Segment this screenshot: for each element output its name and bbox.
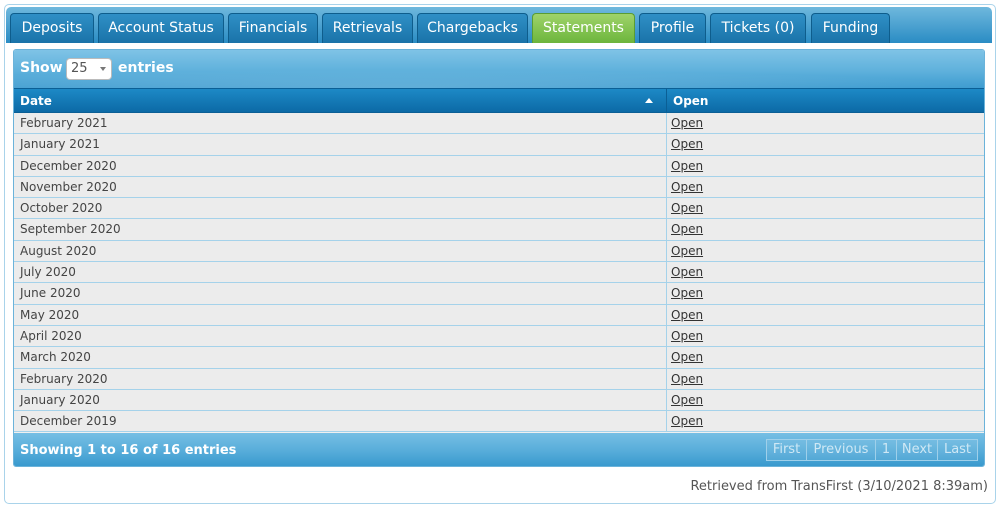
table-body: February 2021 Open January 2021 Open Decembe… — [14, 113, 984, 433]
tab-statements[interactable]: Statements — [532, 13, 635, 43]
tab-retrievals[interactable]: Retrievals — [322, 13, 413, 43]
open-statement-link[interactable]: Open — [671, 201, 703, 215]
column-divider — [666, 219, 667, 240]
open-statement-link[interactable]: Open — [671, 137, 703, 151]
table-row: January 2020 Open — [14, 389, 984, 412]
last-page-button[interactable]: Last — [937, 439, 978, 461]
open-statement-link[interactable]: Open — [671, 308, 703, 322]
column-divider — [666, 113, 667, 134]
tab-account-status[interactable]: Account Status — [98, 13, 224, 43]
statement-date: December 2020 — [20, 158, 117, 173]
sort-ascending-icon — [645, 98, 653, 103]
table-info: Showing 1 to 16 of 16 entries — [20, 443, 237, 458]
tab-deposits[interactable]: Deposits — [10, 13, 94, 43]
column-divider — [666, 134, 667, 155]
open-statement-link[interactable]: Open — [671, 116, 703, 130]
statement-date: July 2020 — [20, 265, 76, 280]
table-row: July 2020 Open — [14, 262, 984, 284]
entries-label: entries — [118, 60, 174, 76]
column-divider — [666, 262, 667, 283]
table-row: February 2021 Open — [14, 113, 984, 135]
open-statement-link[interactable]: Open — [671, 393, 703, 407]
table-row: December 2019 Open — [14, 411, 984, 433]
table-row: April 2020 Open — [14, 325, 984, 348]
column-divider — [666, 240, 667, 262]
tab-chargebacks[interactable]: Chargebacks — [417, 13, 528, 43]
statement-date: February 2021 — [20, 116, 108, 130]
table-row: January 2021 Open — [14, 134, 984, 156]
statement-date: January 2021 — [20, 137, 100, 152]
statement-date: April 2020 — [20, 328, 82, 343]
column-divider — [666, 389, 667, 411]
table-row: February 2020 Open — [14, 368, 984, 390]
tab-financials[interactable]: Financials — [228, 13, 318, 43]
open-statement-link[interactable]: Open — [671, 222, 703, 236]
table-row: September 2020 Open — [14, 219, 984, 241]
table-header: Date Open — [14, 88, 984, 113]
open-statement-link[interactable]: Open — [671, 329, 703, 343]
previous-page-button[interactable]: Previous — [806, 439, 876, 461]
entries-per-page-value: 25 — [71, 61, 88, 76]
entries-per-page-select[interactable]: 25 — [66, 58, 112, 80]
open-statement-link[interactable]: Open — [671, 159, 703, 173]
column-divider — [666, 198, 667, 219]
statement-date: May 2020 — [20, 307, 80, 322]
open-statement-link[interactable]: Open — [671, 372, 703, 386]
statement-date: October 2020 — [20, 201, 103, 216]
statement-date: September 2020 — [20, 222, 121, 237]
statement-date: August 2020 — [20, 243, 97, 258]
retrieved-note: Retrieved from TransFirst (3/10/2021 8:3… — [690, 479, 988, 494]
column-divider — [666, 155, 667, 176]
column-header-open[interactable]: Open — [666, 89, 984, 113]
table-row: May 2020 Open — [14, 304, 984, 326]
table-row: August 2020 Open — [14, 240, 984, 263]
column-divider — [666, 411, 667, 432]
table-row: November 2020 Open — [14, 176, 984, 199]
tab-funding[interactable]: Funding — [811, 13, 890, 43]
page-1-button[interactable]: 1 — [875, 439, 897, 461]
statement-date: November 2020 — [20, 179, 117, 194]
column-divider — [666, 176, 667, 198]
tab-bar: Deposits Account Status Financials Retri… — [6, 7, 992, 43]
table-footer: Showing 1 to 16 of 16 entries First Prev… — [14, 433, 984, 466]
table-row: June 2020 Open — [14, 283, 984, 305]
statement-date: February 2020 — [20, 371, 108, 386]
statement-date: June 2020 — [20, 286, 81, 301]
next-page-button[interactable]: Next — [896, 439, 938, 461]
table-row: March 2020 Open — [14, 347, 984, 369]
statement-date: January 2020 — [20, 392, 100, 407]
column-divider — [666, 283, 667, 304]
table-row: October 2020 Open — [14, 198, 984, 220]
statements-table: Show 25 entries Date Open February 2021 O… — [13, 49, 985, 467]
column-divider — [666, 325, 667, 347]
tab-tickets[interactable]: Tickets (0) — [710, 13, 806, 43]
first-page-button[interactable]: First — [766, 439, 807, 461]
table-toolbar: Show 25 entries — [14, 50, 984, 88]
table-row: December 2020 Open — [14, 155, 984, 177]
chevron-down-icon — [100, 67, 106, 71]
statement-date: December 2019 — [20, 414, 117, 429]
column-header-date[interactable]: Date — [14, 89, 666, 113]
column-divider — [666, 304, 667, 325]
open-statement-link[interactable]: Open — [671, 414, 703, 428]
statement-date: March 2020 — [20, 350, 91, 365]
open-statement-link[interactable]: Open — [671, 180, 703, 194]
open-statement-link[interactable]: Open — [671, 265, 703, 279]
open-statement-link[interactable]: Open — [671, 350, 703, 364]
show-label: Show — [20, 60, 63, 76]
column-divider — [666, 347, 667, 368]
tab-profile[interactable]: Profile — [639, 13, 706, 43]
column-divider — [666, 368, 667, 389]
open-statement-link[interactable]: Open — [671, 244, 703, 258]
open-statement-link[interactable]: Open — [671, 286, 703, 300]
